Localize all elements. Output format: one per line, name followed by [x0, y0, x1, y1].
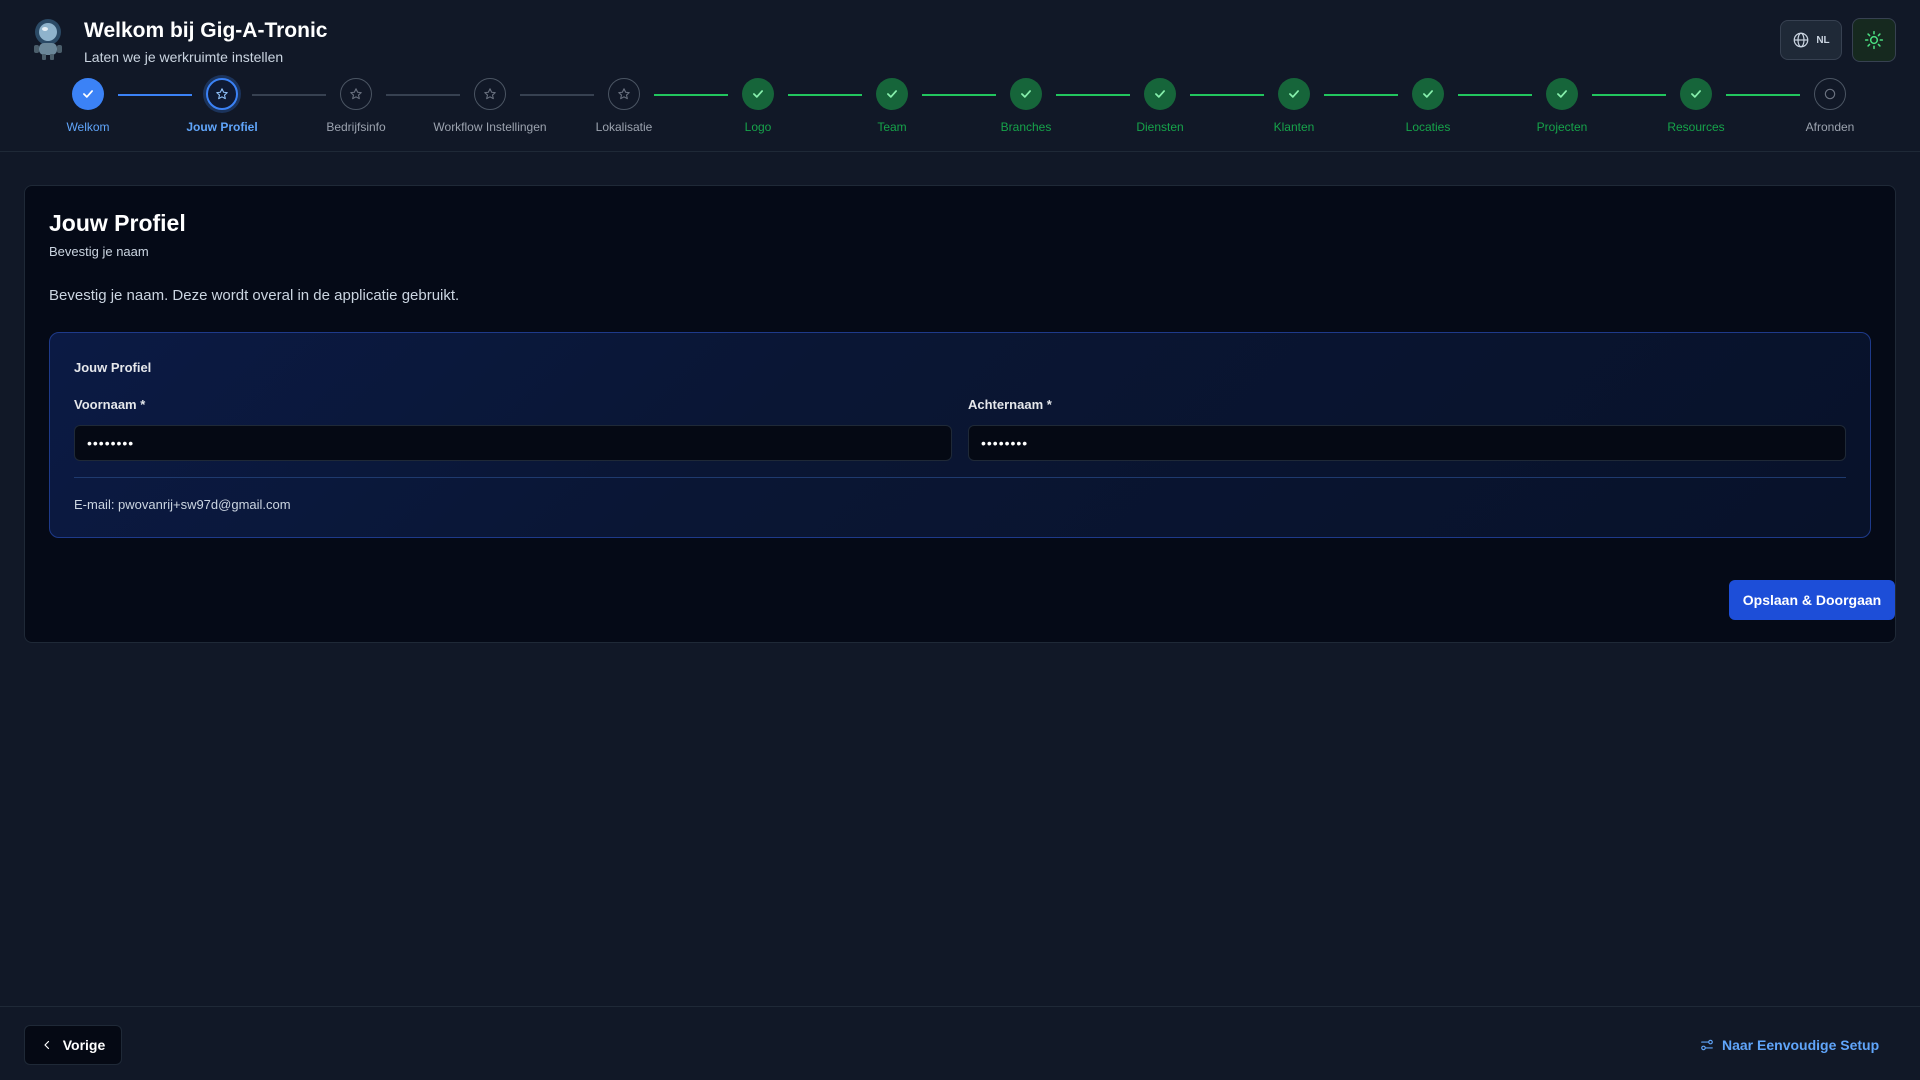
first-name-input[interactable]: [74, 425, 952, 461]
check-icon: [1144, 78, 1176, 110]
step-label: Afronden: [1805, 120, 1855, 134]
step-connector: [1726, 94, 1800, 96]
step-connector: [922, 94, 996, 96]
card-description: Bevestig je naam. Deze wordt overal in d…: [49, 287, 460, 304]
card-title: Jouw Profiel: [49, 210, 186, 236]
last-name-label: Achternaam *: [968, 397, 1052, 412]
language-button[interactable]: NL: [1780, 20, 1842, 60]
check-icon: [1412, 78, 1444, 110]
check-icon: [742, 78, 774, 110]
circle-icon: [1814, 78, 1846, 110]
sun-icon: [1864, 30, 1884, 50]
step-label: Bedrijfsinfo: [326, 120, 386, 134]
sliders-icon: [1701, 1039, 1713, 1051]
star-icon: [608, 78, 640, 110]
step-connector: [788, 94, 862, 96]
step-connector: [252, 94, 326, 96]
previous-button[interactable]: Vorige: [24, 1025, 122, 1065]
star-icon: [206, 78, 238, 110]
star-icon: [340, 78, 372, 110]
save-continue-button[interactable]: Opslaan & Doorgaan: [1729, 580, 1895, 620]
step-connector: [386, 94, 460, 96]
step-label: Welkom: [66, 120, 110, 134]
step-connector: [1056, 94, 1130, 96]
last-name-input[interactable]: [968, 425, 1846, 461]
section-title: Jouw Profiel: [74, 360, 152, 375]
step-label: Logo: [744, 120, 772, 134]
step-connector: [1190, 94, 1264, 96]
first-name-label: Voornaam *: [74, 397, 146, 412]
step-label: Projecten: [1536, 120, 1588, 134]
check-icon: [1680, 78, 1712, 110]
simple-setup-label: Naar Eenvoudige Setup: [1722, 1037, 1880, 1053]
card-subtitle: Bevestig je naam: [49, 244, 149, 259]
check-icon: [1546, 78, 1578, 110]
step-label: Locaties: [1405, 120, 1451, 134]
profile-section: Jouw Profiel Voornaam * Achternaam * E-m…: [49, 332, 1871, 538]
app-title: Welkom bij Gig-A-Tronic: [84, 19, 328, 42]
onboarding-stepper: Welkom Jouw Profiel Bedrijfsinfo Workflow I…: [0, 78, 1920, 138]
theme-toggle-button[interactable]: [1852, 18, 1896, 62]
step-connector: [654, 94, 728, 96]
step-label: Team: [877, 120, 907, 134]
footer: Vorige Naar Eenvoudige Setup: [0, 1006, 1920, 1080]
language-code: NL: [1816, 34, 1830, 46]
check-icon: [72, 78, 104, 110]
brand: Welkom bij Gig-A-Tronic Laten we je werk…: [30, 18, 327, 66]
email-text: E-mail: pwovanrij+sw97d@gmail.com: [74, 497, 291, 512]
step-connector: [118, 94, 192, 96]
step-label: Klanten: [1273, 120, 1315, 134]
check-icon: [1278, 78, 1310, 110]
star-icon: [474, 78, 506, 110]
chevron-left-icon: [44, 1040, 49, 1050]
simple-setup-link[interactable]: Naar Eenvoudige Setup: [1700, 1035, 1879, 1055]
profile-card: Jouw Profiel Bevestig je naam Bevestig j…: [24, 185, 1896, 643]
step-connector: [520, 94, 594, 96]
step-label: Resources: [1667, 120, 1725, 134]
check-icon: [876, 78, 908, 110]
check-icon: [1010, 78, 1042, 110]
app-subtitle: Laten we je werkruimte instellen: [84, 49, 284, 65]
globe-icon: [1793, 32, 1809, 48]
previous-label: Vorige: [62, 1037, 106, 1053]
step-label: Lokalisatie: [595, 120, 653, 134]
step-label: Branches: [1000, 120, 1052, 134]
step-label: Workflow Instellingen: [433, 120, 547, 134]
section-divider: [74, 477, 1846, 478]
step-connector: [1458, 94, 1532, 96]
step-connector: [1592, 94, 1666, 96]
step-label: Diensten: [1136, 120, 1184, 134]
astronaut-logo-icon: [34, 19, 62, 60]
step-connector: [1324, 94, 1398, 96]
header: Welkom bij Gig-A-Tronic Laten we je werk…: [0, 0, 1920, 152]
step-label: Jouw Profiel: [186, 120, 258, 134]
